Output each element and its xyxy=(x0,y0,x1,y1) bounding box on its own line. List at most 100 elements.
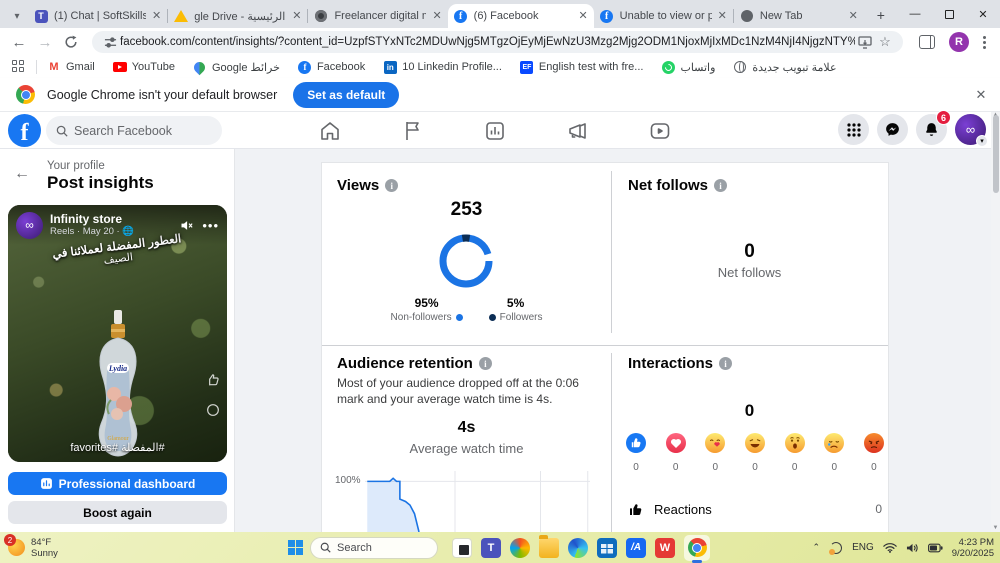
boost-again-button[interactable]: Boost again xyxy=(8,501,227,524)
page-avatar[interactable]: ∞ xyxy=(16,212,43,239)
language-indicator[interactable]: ENG xyxy=(852,542,874,553)
active-app-indicator xyxy=(692,560,702,563)
teams-app-icon[interactable]: T xyxy=(481,538,501,558)
window-minimize-button[interactable]: — xyxy=(898,0,932,28)
window-close-button[interactable]: ✕ xyxy=(966,0,1000,28)
tab-freelancer[interactable]: Freelancer digital marketin ✕ xyxy=(308,4,447,28)
tab-search-chevron-icon[interactable]: ▾ xyxy=(6,4,28,28)
page-scrollbar[interactable]: ▲ ▼ xyxy=(991,112,1000,532)
bookmark-new-tab[interactable]: علامة تبويب جديدة xyxy=(733,60,836,74)
tab-new-tab[interactable]: New Tab ✕ xyxy=(734,4,864,28)
linkedin-icon: in xyxy=(383,60,397,74)
new-tab-button[interactable]: + xyxy=(870,4,892,26)
apps-grid-icon[interactable] xyxy=(12,60,26,74)
chrome-app-icon-active[interactable] xyxy=(684,535,710,561)
profile-avatar[interactable]: ∞▾ xyxy=(955,114,986,145)
file-explorer-icon[interactable] xyxy=(539,538,559,558)
summary-label: Reactions xyxy=(654,502,712,517)
bookmark-linkedin[interactable]: in10 Linkedin Profile... xyxy=(383,60,502,74)
microsoft-store-icon[interactable] xyxy=(597,538,617,558)
site-settings-icon[interactable] xyxy=(100,33,120,51)
perfume-bottle: Lydia Glamour xyxy=(87,308,149,458)
facebook-search-input[interactable]: Search Facebook xyxy=(46,116,222,145)
reaction-wow: 0 xyxy=(781,433,809,473)
window-controls: — ✕ xyxy=(898,0,1000,28)
facebook-logo[interactable]: f xyxy=(8,114,41,147)
url-text[interactable]: facebook.com/content/insights/?content_i… xyxy=(120,36,855,48)
tab-facebook-active[interactable]: f (6) Facebook ✕ xyxy=(448,4,594,28)
tray-chevron-icon[interactable]: ⌃ xyxy=(813,542,821,553)
nav-pages-flag-icon[interactable] xyxy=(383,114,443,148)
bookmark-google-maps[interactable]: Google خرائط xyxy=(193,60,280,74)
address-bar[interactable]: facebook.com/content/insights/?content_i… xyxy=(92,31,903,53)
professional-dashboard-button[interactable]: Professional dashboard xyxy=(8,472,227,495)
tab-unable-video[interactable]: f Unable to view or play vid ✕ xyxy=(594,4,733,28)
nav-video-icon[interactable] xyxy=(630,114,690,148)
reel-preview-card[interactable]: ∞ Infinity store Reels · May 20 · 🌐 ••• … xyxy=(8,205,227,462)
reactions-summary-row[interactable]: Reactions 0 xyxy=(628,501,882,517)
button-label: Boost again xyxy=(83,506,152,520)
nav-insights-icon[interactable] xyxy=(465,114,525,148)
info-icon[interactable]: i xyxy=(719,357,732,370)
profile-avatar[interactable]: R xyxy=(949,32,969,52)
tab-google-drive[interactable]: gle Drive - الصفحة الرئيسية ✕ xyxy=(168,4,307,28)
tab-close-icon[interactable]: ✕ xyxy=(292,11,301,22)
taskbar-search-input[interactable]: Search xyxy=(310,537,438,559)
tab-close-icon[interactable]: ✕ xyxy=(718,11,727,22)
edge-app-icon[interactable] xyxy=(568,538,588,558)
side-panel-icon[interactable] xyxy=(919,35,935,49)
nav-ads-megaphone-icon[interactable] xyxy=(548,114,608,148)
windows-start-button[interactable] xyxy=(288,540,303,555)
notifications-button[interactable]: 6 xyxy=(916,114,947,145)
wps-office-icon[interactable]: W xyxy=(655,538,675,558)
send-to-device-icon[interactable] xyxy=(855,33,875,51)
speaker-icon[interactable] xyxy=(906,542,919,554)
forward-icon[interactable]: → xyxy=(32,30,58,54)
back-arrow-icon[interactable]: ← xyxy=(14,165,30,183)
tab-close-icon[interactable]: ✕ xyxy=(849,11,858,22)
nav-home-icon[interactable] xyxy=(300,114,360,148)
reaction-angry: 0 xyxy=(860,433,888,473)
info-icon[interactable]: i xyxy=(385,179,398,192)
acrobat-app-icon[interactable]: /A xyxy=(626,538,646,558)
comment-icon[interactable] xyxy=(205,402,221,418)
bookmark-ef-test[interactable]: EFEnglish test with fre... xyxy=(520,60,644,74)
page-name[interactable]: Infinity store xyxy=(50,213,134,226)
net-follows-label: Net follows xyxy=(611,265,888,280)
notification-badge: 6 xyxy=(936,110,951,125)
tab-teams-chat[interactable]: T (1) Chat | SoftSkills.Traine ✕ xyxy=(28,4,167,28)
search-placeholder: Search xyxy=(337,542,372,554)
reload-icon[interactable] xyxy=(58,30,84,54)
messenger-button[interactable] xyxy=(877,114,908,145)
copilot-app-icon[interactable] xyxy=(510,538,530,558)
bookmark-facebook[interactable]: fFacebook xyxy=(298,60,365,74)
average-watch-time-value: 4s xyxy=(322,419,611,437)
menu-grid-button[interactable] xyxy=(838,114,869,145)
mute-icon[interactable] xyxy=(179,218,194,233)
sync-tray-icon[interactable] xyxy=(829,541,843,555)
info-icon[interactable]: i xyxy=(714,179,727,192)
info-icon[interactable]: i xyxy=(479,357,492,370)
tab-close-icon[interactable]: ✕ xyxy=(432,11,441,22)
bookmark-whatsapp[interactable]: واتساب xyxy=(661,60,715,74)
post-menu-icon[interactable]: ••• xyxy=(202,218,219,233)
scrollbar-thumb[interactable] xyxy=(993,115,999,193)
clock[interactable]: 4:23 PM 9/20/2025 xyxy=(952,537,994,559)
window-maximize-button[interactable] xyxy=(932,0,966,28)
taskbar-app-icon[interactable] xyxy=(452,538,472,558)
tab-close-icon[interactable]: ✕ xyxy=(152,11,161,22)
back-icon[interactable]: ← xyxy=(6,30,32,54)
banner-close-icon[interactable]: ✕ xyxy=(972,86,990,104)
bookmark-star-icon[interactable]: ☆ xyxy=(875,33,895,51)
browser-menu-icon[interactable] xyxy=(983,36,986,49)
scroll-down-icon[interactable]: ▼ xyxy=(991,525,1000,531)
like-outline-icon[interactable] xyxy=(205,372,221,388)
search-icon xyxy=(56,125,68,137)
tab-close-icon[interactable]: ✕ xyxy=(578,11,587,22)
bookmark-gmail[interactable]: MGmail xyxy=(47,60,95,74)
bookmark-youtube[interactable]: YouTube xyxy=(113,60,175,74)
battery-icon[interactable] xyxy=(928,543,943,553)
set-as-default-button[interactable]: Set as default xyxy=(293,82,399,108)
taskbar-weather-widget[interactable]: 2 84°F Sunny xyxy=(8,537,58,559)
wifi-icon[interactable] xyxy=(883,542,897,553)
